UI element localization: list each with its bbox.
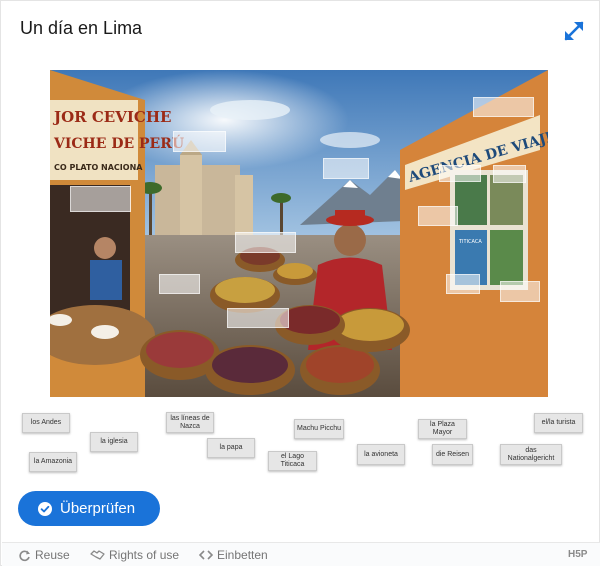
restaurant-sign-line3: CO PLATO NACIONA [54,163,143,172]
dropzone[interactable] [323,158,369,179]
dropzone[interactable] [173,131,226,152]
fullscreen-button[interactable] [562,19,586,43]
dropzone[interactable] [235,232,296,253]
restaurant-sign-line1: JOR CEVICHE [52,108,171,126]
check-button-label: Überprüfen [60,500,136,517]
dropzone[interactable] [159,274,200,294]
draggable-el-turista[interactable]: el/la turista [534,413,583,433]
draggable-la-papa[interactable]: la papa [207,438,255,458]
draggable-das-nationalgericht[interactable]: das Nationalgericht [500,444,562,465]
reuse-label: Reuse [35,548,70,562]
reuse-button[interactable]: Reuse [18,548,70,562]
embed-label: Einbetten [217,548,268,562]
dropzone[interactable] [493,165,526,183]
dropzone[interactable] [500,281,540,302]
check-circle-icon [38,501,52,516]
embed-button[interactable]: Einbetten [199,548,268,562]
code-icon [199,550,213,560]
dropzone[interactable] [473,97,534,117]
rights-label: Rights of use [109,548,180,562]
draggable-la-avioneta[interactable]: la avioneta [357,444,405,465]
dropzone[interactable] [439,165,481,182]
draggable-la-plaza-mayor[interactable]: la Plaza Mayor [418,419,467,439]
handshake-icon [90,550,105,560]
page-title: Un día en Lima [20,18,143,38]
draggable-machu-picchu[interactable]: Machu Picchu [294,419,344,439]
scene-image: JOR CEVICHE VICHE DE PERÚ CO PLATO NACIO… [50,70,548,397]
reuse-icon [19,550,30,561]
draggable-lago-titicaca[interactable]: el Lago Titicaca [268,451,317,471]
draggable-la-amazonia[interactable]: la Amazonia [29,452,77,472]
restaurant-sign-line2: VICHE DE PERÚ [53,134,184,152]
draggable-la-iglesia[interactable]: la iglesia [90,432,138,452]
check-button[interactable]: Überprüfen [18,491,160,526]
dropzone[interactable] [418,206,458,226]
h5p-container: Un día en Lima JOR CEVICHE VICHE DE PERÚ… [0,0,600,566]
draggable-los-andes[interactable]: los Andes [22,413,70,433]
draggable-die-reisen[interactable]: die Reisen [432,444,473,465]
dropzone[interactable] [227,308,289,328]
footer-bar: Reuse Rights of use Einbetten H5P [2,542,600,566]
dropzone[interactable] [446,274,480,294]
h5p-logo[interactable]: H5P [568,549,587,560]
rights-of-use-button[interactable]: Rights of use [90,548,179,562]
dropzone[interactable] [70,186,131,212]
draggable-las-lineas[interactable]: las líneas de Nazca [166,412,214,433]
expand-icon [564,21,584,41]
poster-label: TITICACA [458,239,482,245]
